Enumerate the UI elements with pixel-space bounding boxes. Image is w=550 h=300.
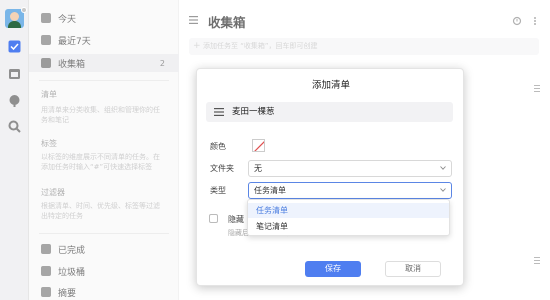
cancel-button[interactable]: 取消 xyxy=(385,261,441,277)
type-select-value: 任务清单 xyxy=(254,186,286,195)
task-list-more-icons xyxy=(534,85,540,264)
dropdown-option-task-list[interactable]: 任务清单 xyxy=(248,203,449,218)
color-picker[interactable] xyxy=(252,139,265,152)
chevron-down-icon xyxy=(440,166,446,170)
chevron-down-icon xyxy=(440,188,446,192)
add-list-dialog: 添加清单 麦田一棵葱 颜色 文件夹 无 类型 任务清单 隐藏 隐藏后，该… 显示… xyxy=(196,68,464,286)
list-name-value: 麦田一棵葱 xyxy=(232,107,275,117)
dropdown-option-note-list[interactable]: 笔记清单 xyxy=(248,219,449,234)
habit-icon[interactable] xyxy=(8,94,21,107)
nav-rail xyxy=(0,0,29,300)
folder-label: 文件夹 xyxy=(210,164,234,173)
avatar-badge-icon xyxy=(21,7,27,13)
search-icon[interactable] xyxy=(8,120,21,133)
dialog-title: 添加清单 xyxy=(311,80,350,91)
hide-label: 隐藏 xyxy=(228,215,244,224)
color-label: 颜色 xyxy=(210,142,226,151)
list-name-input[interactable]: 麦田一棵葱 xyxy=(206,102,453,122)
type-select[interactable]: 任务清单 xyxy=(248,182,452,199)
save-button[interactable]: 保存 xyxy=(305,261,361,277)
type-dropdown-menu: 任务清单 笔记清单 xyxy=(247,199,450,236)
calendar-icon[interactable] xyxy=(8,67,21,80)
task-checkbox-icon[interactable] xyxy=(8,40,21,53)
type-label: 类型 xyxy=(210,186,226,195)
hide-checkbox[interactable] xyxy=(209,214,218,223)
list-icon[interactable] xyxy=(214,108,224,116)
folder-select-value: 无 xyxy=(254,164,262,173)
no-color-icon xyxy=(254,141,264,151)
folder-select[interactable]: 无 xyxy=(248,160,452,177)
